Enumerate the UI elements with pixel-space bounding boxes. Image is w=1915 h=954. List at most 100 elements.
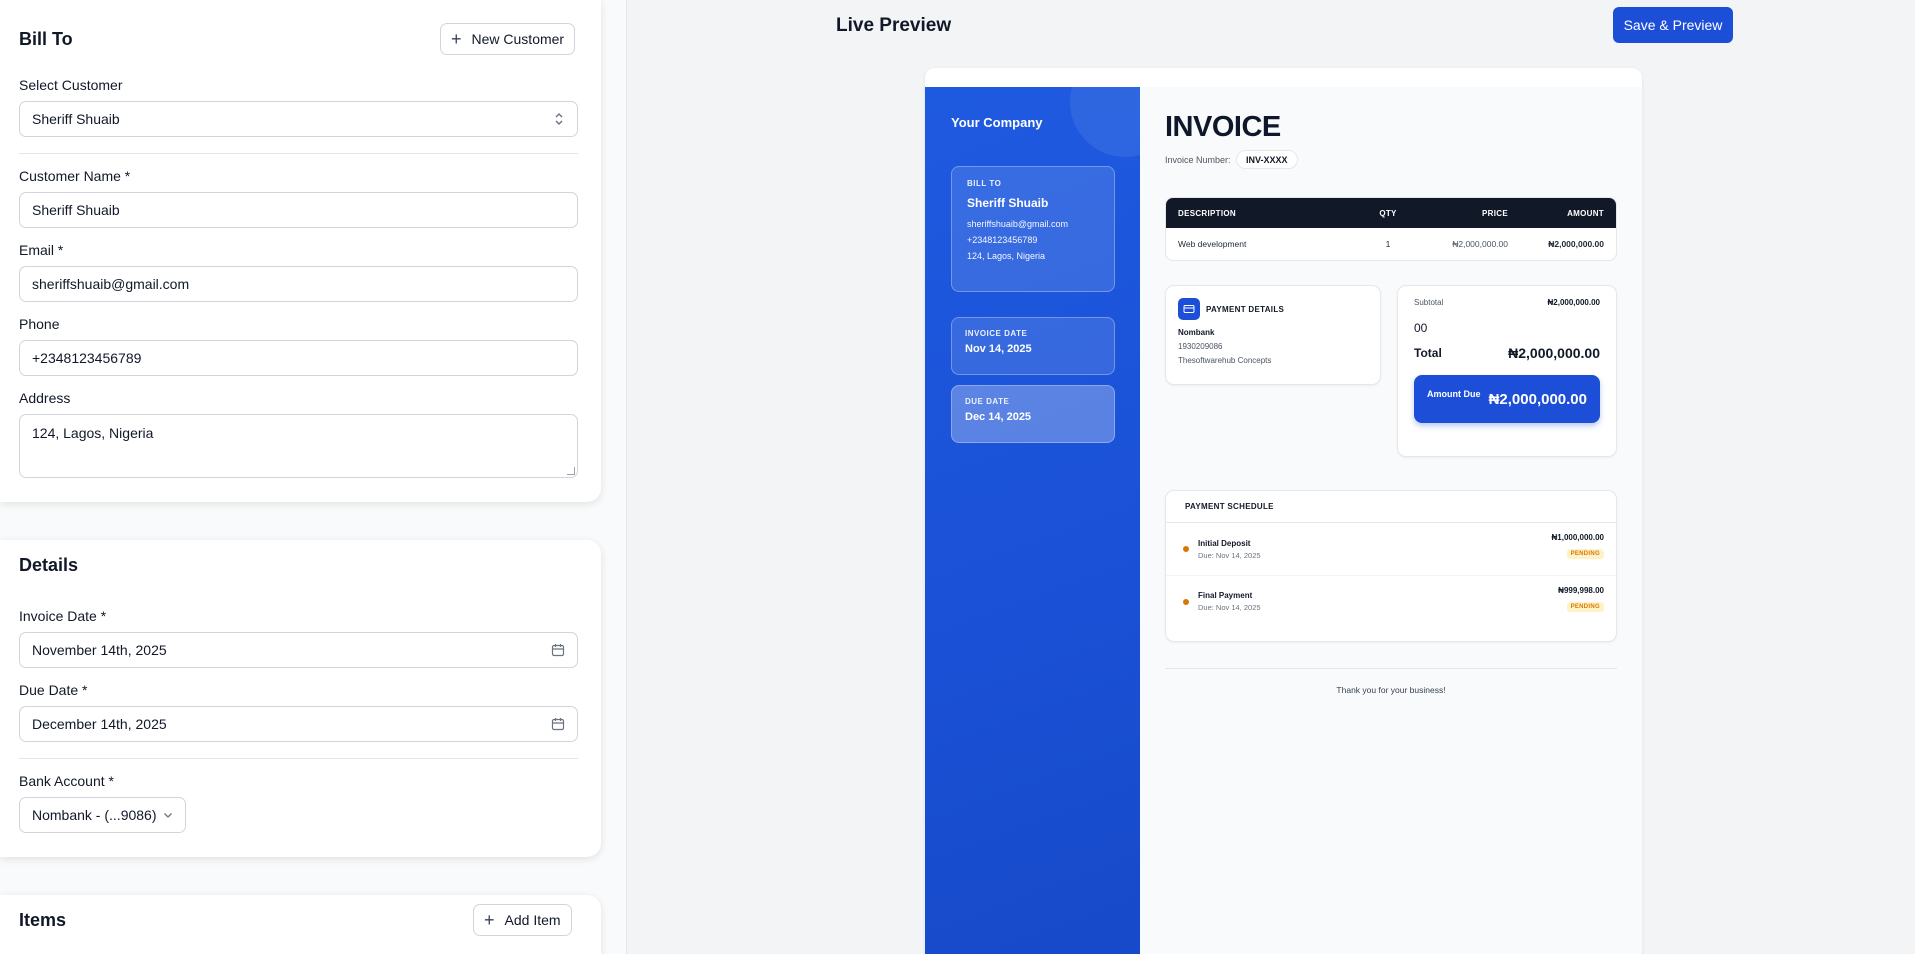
invoice-number-label: Invoice Number: [1165, 155, 1231, 165]
invoice-form-panel: Bill To + New Customer Select Customer S… [0, 0, 626, 954]
chevron-down-icon [163, 811, 173, 819]
tax-value: 00 [1414, 321, 1428, 335]
status-badge: PENDING [1566, 549, 1604, 559]
due-date-block: DUE DATE Dec 14, 2025 [951, 385, 1115, 443]
due-date-value: December 14th, 2025 [32, 716, 167, 732]
payment-account-number: 1930209086 [1178, 342, 1223, 351]
footer-divider [1165, 668, 1617, 669]
row-price: ₦2,000,000.00 [1452, 239, 1508, 249]
bill-to-caption: BILL TO [967, 179, 1002, 188]
invoice-date-caption: INVOICE DATE [965, 329, 1028, 338]
divider [19, 758, 578, 759]
live-preview-title: Live Preview [836, 15, 952, 36]
invoice-date-label: Invoice Date * [19, 608, 107, 624]
new-customer-label: New Customer [471, 31, 565, 47]
bill-to-card: Bill To + New Customer Select Customer S… [0, 0, 601, 502]
add-item-button[interactable]: + Add Item [473, 904, 572, 936]
bill-to-block: BILL TO Sheriff Shuaib sheriffshuaib@gma… [951, 166, 1115, 292]
row-qty: 1 [1385, 239, 1391, 249]
bank-account-value: Nombank - (...9086) [32, 807, 157, 823]
items-title: Items [19, 910, 67, 930]
payment-schedule-card: PAYMENT SCHEDULE Initial Deposit Due: No… [1165, 490, 1617, 642]
bill-to-name: Sheriff Shuaib [967, 196, 1049, 210]
schedule-row: Initial Deposit Due: Nov 14, 2025 ₦1,000… [1166, 523, 1616, 575]
resize-handle-icon[interactable] [567, 467, 575, 475]
email-input[interactable]: sheriffshuaib@gmail.com [19, 266, 578, 302]
select-customer-label: Select Customer [19, 77, 123, 93]
total-label: Total [1414, 346, 1442, 360]
bank-account-select[interactable]: Nombank - (...9086) [19, 797, 186, 833]
due-date-picker[interactable]: December 14th, 2025 [19, 706, 578, 742]
invoice-heading: INVOICE [1165, 111, 1281, 143]
company-name: Your Company [951, 115, 1043, 130]
details-card: Details Invoice Date * November 14th, 20… [0, 540, 601, 857]
status-badge: PENDING [1566, 602, 1604, 612]
bill-to-email: sheriffshuaib@gmail.com [967, 219, 1069, 229]
email-label: Email * [19, 242, 64, 258]
thank-you-note: Thank you for your business! [1336, 685, 1446, 695]
payment-bank: Nombank [1178, 328, 1215, 337]
invoice-date-text: Nov 14, 2025 [965, 343, 1032, 355]
bank-account-label: Bank Account * [19, 773, 114, 789]
schedule-amount: ₦1,000,000.00 [1551, 533, 1605, 542]
table-row: Web development 1 ₦2,000,000.00 ₦2,000,0… [1166, 228, 1616, 260]
amount-due-label: Amount Due [1427, 389, 1481, 399]
header-amount: AMOUNT [1567, 208, 1604, 218]
bill-to-address: 124, Lagos, Nigeria [967, 251, 1046, 261]
amount-due-box: Amount Due ₦2,000,000.00 [1414, 375, 1600, 423]
row-description: Web development [1178, 239, 1247, 249]
due-date-caption: DUE DATE [965, 397, 1010, 406]
schedule-due: Due: Nov 14, 2025 [1198, 550, 1261, 560]
address-label: Address [19, 390, 71, 406]
header-price: PRICE [1482, 208, 1508, 218]
select-customer-value: Sheriff Shuaib [32, 111, 120, 127]
schedule-row: Final Payment Due: Nov 14, 2025 ₦999,998… [1166, 575, 1616, 627]
divider [19, 153, 578, 154]
subtotal-label: Subtotal [1414, 298, 1444, 307]
payment-account-name: Thesoftwarehub Concepts [1178, 356, 1272, 365]
status-dot [1183, 598, 1189, 605]
credit-card-icon [1178, 298, 1200, 320]
invoice-date-value: November 14th, 2025 [32, 642, 167, 658]
due-date-label: Due Date * [19, 682, 88, 698]
amount-due-value: ₦2,000,000.00 [1488, 390, 1587, 408]
header-description: DESCRIPTION [1178, 208, 1236, 218]
schedule-name: Final Payment [1198, 591, 1253, 600]
save-preview-button[interactable]: Save & Preview [1613, 7, 1733, 43]
payment-details-card: PAYMENT DETAILS Nombank 1930209086 Theso… [1165, 285, 1381, 385]
invoice-number-badge: INV-XXXX [1236, 150, 1298, 169]
bill-to-title: Bill To [19, 29, 73, 49]
header-qty: QTY [1379, 208, 1397, 218]
customer-name-label: Customer Name * [19, 168, 131, 184]
customer-name-input[interactable]: Sheriff Shuaib [19, 192, 578, 228]
address-value: 124, Lagos, Nigeria [32, 425, 154, 441]
schedule-amount: ₦999,998.00 [1558, 586, 1604, 595]
row-amount: ₦2,000,000.00 [1548, 239, 1604, 249]
subtotal-value: ₦2,000,000.00 [1547, 298, 1601, 307]
live-preview-panel: Live Preview Save & Preview Your Company… [626, 0, 1915, 954]
summary-card: Subtotal ₦2,000,000.00 00 Total ₦2,000,0… [1397, 285, 1617, 457]
total-value: ₦2,000,000.00 [1508, 345, 1600, 361]
details-title: Details [19, 555, 79, 575]
address-textarea[interactable]: 124, Lagos, Nigeria [19, 414, 578, 478]
calendar-icon [551, 717, 565, 731]
email-value: sheriffshuaib@gmail.com [32, 276, 190, 292]
plus-icon: + [451, 29, 462, 49]
bill-to-phone: +2348123456789 [967, 235, 1038, 245]
select-customer-dropdown[interactable]: Sheriff Shuaib [19, 101, 578, 137]
new-customer-button[interactable]: + New Customer [440, 23, 576, 55]
schedule-due: Due: Nov 14, 2025 [1198, 603, 1261, 612]
status-dot [1183, 546, 1189, 552]
phone-input[interactable]: +2348123456789 [19, 340, 578, 376]
due-date-text: Dec 14, 2025 [965, 411, 1032, 423]
invoice-sidebar: Your Company BILL TO Sheriff Shuaib sher… [925, 87, 1140, 954]
plus-icon: + [484, 910, 495, 930]
invoice-document: Your Company BILL TO Sheriff Shuaib sher… [925, 68, 1642, 954]
add-item-label: Add Item [504, 912, 561, 928]
schedule-name: Initial Deposit [1198, 538, 1251, 548]
chevron-up-down-icon [553, 112, 565, 126]
invoice-date-picker[interactable]: November 14th, 2025 [19, 632, 578, 668]
items-table: DESCRIPTION QTY PRICE AMOUNT Web develop… [1165, 197, 1617, 261]
customer-name-value: Sheriff Shuaib [32, 202, 120, 218]
phone-label: Phone [19, 316, 60, 332]
